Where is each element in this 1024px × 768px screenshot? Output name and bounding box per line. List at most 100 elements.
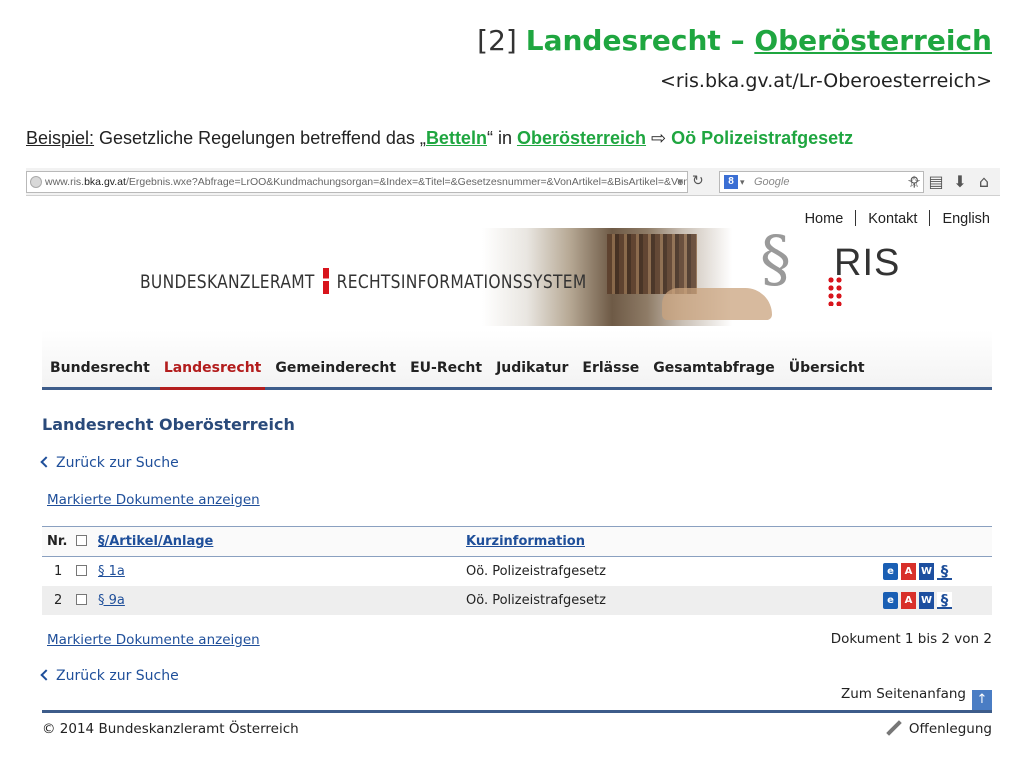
row-info: Oö. Polizeistrafgesetz [466, 585, 866, 615]
back-to-search-link[interactable]: Zurück zur Suche [40, 455, 179, 471]
select-all-checkbox[interactable] [76, 535, 87, 546]
example-line: Beispiel: Gesetzliche Regelungen betreff… [26, 128, 853, 149]
banner-books-image [607, 234, 697, 294]
row-checkbox-cell [76, 585, 98, 615]
tab-erlaesse[interactable]: Erlässe [574, 360, 645, 381]
chevron-left-icon [40, 669, 52, 681]
chevron-down-icon[interactable]: ▾ [740, 172, 745, 192]
row-checkbox[interactable] [76, 564, 87, 576]
header-checkbox-cell [76, 526, 98, 557]
row-nr: 1 [54, 563, 63, 579]
arrow-icon: ⇨ [646, 128, 672, 148]
html-doc-icon[interactable]: e [883, 591, 898, 609]
example-term: Betteln [425, 128, 487, 148]
tab-bundesrecht[interactable]: Bundesrecht [42, 360, 156, 381]
header-info-cell: Kurzinformation [466, 526, 866, 557]
row-checkbox-cell [76, 557, 98, 586]
slide-url: <ris.bka.gv.at/Lr-Oberoesterreich> [660, 70, 992, 92]
arrow-up-icon[interactable]: ↑ [972, 690, 992, 710]
home-icon[interactable]: ⌂ [974, 172, 994, 191]
slide-title: [2] Landesrecht – Oberösterreich [477, 24, 992, 57]
tab-eu-recht[interactable]: EU-Recht [402, 360, 488, 381]
browser-toolbar: www.ris.bka.gv.at/Ergebnis.wxe?Abfrage=L… [26, 168, 1000, 196]
sort-info-link[interactable]: Kurzinformation [466, 534, 585, 549]
top-links: Home Kontakt English [805, 210, 990, 227]
tab-uebersicht[interactable]: Übersicht [781, 360, 871, 381]
banner-hand-image [662, 288, 772, 320]
offenlegung-label: Offenlegung [908, 721, 992, 737]
divider [855, 210, 857, 226]
url-domain: bka.gv.at [84, 176, 126, 188]
org-left: BUNDESKANZLERAMT [140, 271, 315, 293]
main-nav: Bundesrecht Landesrecht Gemeinderecht EU-Re… [42, 330, 992, 390]
word-doc-icon[interactable]: W [919, 562, 934, 580]
divider [929, 210, 931, 226]
tab-landesrecht[interactable]: Landesrecht [156, 360, 268, 390]
example-text-2: “ in [486, 128, 517, 148]
reload-icon[interactable]: ↻ [692, 173, 704, 189]
table-row: 1 § 1a Oö. Polizeistrafgesetz e A W § [42, 557, 992, 586]
contact-link[interactable]: Kontakt [868, 211, 917, 227]
header-nr: Nr. [42, 526, 76, 557]
austria-flag-mark [322, 268, 329, 294]
search-input[interactable]: 8 ▾ Google ⚲ [719, 171, 924, 193]
slide-title-main: Landesrecht – [525, 24, 755, 57]
slide-title-link[interactable]: Oberösterreich [754, 24, 992, 57]
row-article-link[interactable]: § 1a [98, 564, 125, 579]
row-article-cell: § 1a [98, 557, 466, 586]
row-info: Oö. Polizeistrafgesetz [466, 563, 606, 579]
row-checkbox[interactable] [76, 593, 87, 605]
tab-judikatur[interactable]: Judikatur [488, 360, 574, 381]
example-law: Oö Polizeistrafgesetz [671, 128, 854, 148]
header-icons-cell [866, 526, 992, 557]
chevron-left-icon [40, 456, 52, 468]
copyright: © 2014 Bundeskanzleramt Österreich [42, 721, 299, 737]
to-top-link[interactable]: Zum Seitenanfang ↑ [841, 686, 992, 710]
example-label: Beispiel: [26, 128, 95, 148]
marked-docs-link-bottom[interactable]: Markierte Dokumente anzeigen [47, 632, 260, 648]
back-to-search-link-bottom[interactable]: Zurück zur Suche [40, 668, 179, 684]
google-g-icon: 8 [724, 175, 738, 189]
marked-docs-link-top[interactable]: Markierte Dokumente anzeigen [47, 492, 260, 508]
header-article-cell: §/Artikel/Anlage [98, 526, 466, 557]
download-icon[interactable]: ⬇ [950, 172, 970, 191]
example-text-1: Gesetzliche Regelungen betreffend das „ [94, 128, 426, 148]
search-placeholder: Google [754, 176, 790, 188]
row-article-link[interactable]: § 9a [98, 593, 125, 608]
slide-title-prefix: [2] [477, 24, 526, 57]
address-bar[interactable]: www.ris.bka.gv.at/Ergebnis.wxe?Abfrage=L… [26, 171, 688, 193]
url-prefix: www.ris. [45, 176, 85, 188]
row-nr: 2 [42, 585, 76, 615]
results-table: Nr. §/Artikel/Anlage Kurzinformation 1 §… [42, 526, 992, 615]
sort-article-link[interactable]: §/Artikel/Anlage [98, 534, 213, 549]
paragraph-doc-icon[interactable]: § [937, 562, 952, 580]
document-count: Dokument 1 bis 2 von 2 [830, 631, 992, 647]
back-link-label: Zurück zur Suche [56, 668, 179, 684]
row-article-cell: § 9a [98, 585, 466, 615]
to-top-label: Zum Seitenanfang [840, 686, 966, 702]
reading-list-icon[interactable]: ▤ [926, 172, 946, 191]
tab-gesamtabfrage[interactable]: Gesamtabfrage [645, 360, 780, 381]
home-link[interactable]: Home [805, 211, 844, 227]
paragraph-doc-icon[interactable]: § [937, 591, 952, 609]
org-right: RECHTSINFORMATIONSSYSTEM [336, 271, 587, 293]
pdf-icon[interactable]: A [901, 591, 916, 609]
url-rest: /Ergebnis.wxe?Abfrage=LrOO&Kundmachungso… [125, 176, 688, 188]
pdf-icon[interactable]: A [901, 562, 916, 580]
offenlegung-link[interactable]: Offenlegung [885, 720, 992, 737]
english-link[interactable]: English [942, 211, 990, 227]
paragraph-icon: § [760, 222, 791, 295]
word-doc-icon[interactable]: W [919, 591, 934, 609]
table-header-row: Nr. §/Artikel/Anlage Kurzinformation [42, 526, 992, 557]
url-dropdown-icon[interactable]: ▾ [677, 172, 683, 192]
star-icon[interactable]: ☆ [904, 172, 924, 191]
tab-gemeinderecht[interactable]: Gemeinderecht [267, 360, 402, 381]
example-region: Oberösterreich [516, 128, 647, 148]
table-row: 2 § 9a Oö. Polizeistrafgesetz e A W § [42, 585, 992, 615]
footer: © 2014 Bundeskanzleramt Österreich Offen… [42, 710, 992, 742]
ris-logo: RIS [834, 242, 901, 284]
page-title: Landesrecht Oberösterreich [42, 415, 295, 434]
pen-icon [886, 720, 902, 736]
html-doc-icon[interactable]: e [883, 562, 898, 580]
site-logo-text: BUNDESKANZLERAMT RECHTSINFORMATIONSSYSTEM [140, 268, 587, 294]
